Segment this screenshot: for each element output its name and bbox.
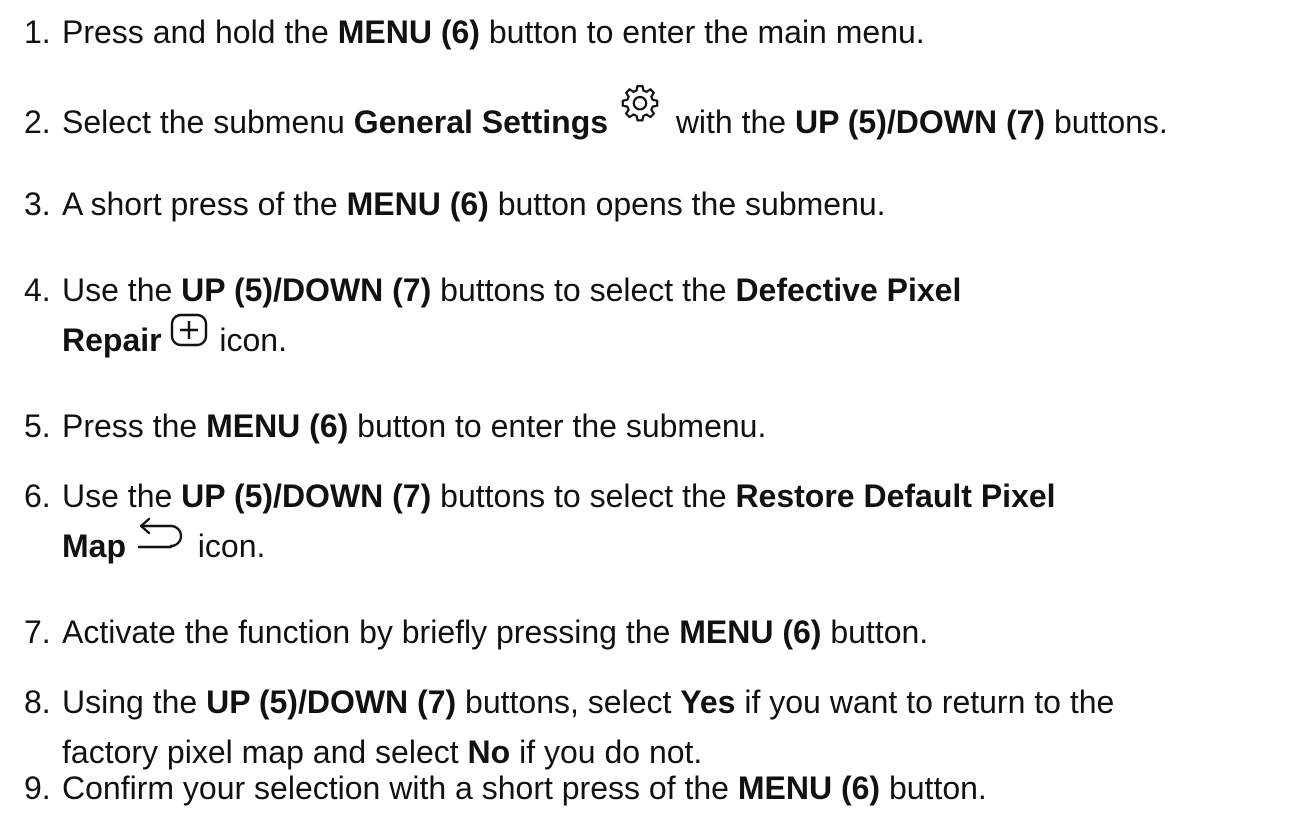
step-text: buttons to select the [431, 272, 736, 308]
step-1: 1. Press and hold the MENU (6) button to … [24, 7, 925, 57]
step-text: Press the [62, 408, 207, 444]
step-9: 9. Confirm your selection with a short pr… [24, 763, 987, 813]
button-reference: UP (5)/DOWN (7) [206, 684, 457, 720]
step-text: Use the [62, 478, 182, 514]
button-reference: UP (5)/DOWN (7) [181, 478, 432, 514]
step-text: Press and hold the [62, 14, 338, 50]
button-reference: UP (5)/DOWN (7) [181, 272, 432, 308]
button-reference: MENU (6) [337, 14, 480, 50]
button-reference: MENU (6) [206, 408, 349, 444]
step-number: 9. [24, 770, 51, 806]
step-number: 6. [24, 478, 51, 514]
step-text: with the [666, 104, 795, 140]
menu-item-name: Defective Pixel [735, 272, 962, 308]
button-reference: MENU (6) [737, 770, 881, 806]
return-arrow-icon [135, 515, 187, 551]
step-number: 7. [24, 614, 51, 650]
step-5: 5. Press the MENU (6) button to enter the… [24, 401, 766, 451]
step-text: Activate the function by briefly pressin… [62, 614, 680, 650]
plus-box-icon [170, 313, 208, 347]
step-number: 1. [24, 14, 51, 50]
menu-item-name: Restore Default Pixel [735, 478, 1056, 514]
step-7: 7. Activate the function by briefly press… [24, 607, 928, 657]
submenu-name: General Settings [353, 104, 609, 140]
step-number: 2. [24, 104, 51, 140]
step-4: 4. Use the UP (5)/DOWN (7) buttons to sel… [24, 265, 961, 365]
menu-item-name: Map [62, 528, 126, 564]
step-text: Using the [62, 684, 207, 720]
option-yes: Yes [680, 684, 736, 720]
step-text: if you want to return to the [735, 684, 1115, 720]
step-text: buttons to select the [431, 478, 736, 514]
step-text: icon. [210, 322, 287, 358]
step-3: 3. A short press of the MENU (6) button o… [24, 179, 886, 229]
step-number: 8. [24, 684, 51, 720]
step-text: icon. [188, 528, 266, 564]
step-text: button opens the submenu. [488, 186, 886, 222]
step-text: button to enter the main menu. [479, 14, 925, 50]
step-text: A short press of the [62, 186, 347, 222]
button-reference: MENU (6) [346, 186, 489, 222]
step-number: 5. [24, 408, 51, 444]
menu-item-name: Repair [62, 322, 162, 358]
step-8: 8. Using the UP (5)/DOWN (7) buttons, sel… [24, 677, 1114, 777]
step-text: Select the submenu [62, 104, 354, 140]
step-text: buttons, select [456, 684, 681, 720]
step-number: 3. [24, 186, 51, 222]
step-number: 4. [24, 272, 51, 308]
button-reference: UP (5)/DOWN (7) [794, 104, 1046, 140]
button-reference: MENU (6) [679, 614, 822, 650]
step-6: 6. Use the UP (5)/DOWN (7) buttons to sel… [24, 471, 1056, 571]
step-text: buttons. [1045, 104, 1168, 140]
gear-icon [619, 83, 661, 123]
step-text: button. [880, 770, 987, 806]
step-2: 2. Select the submenu General Settings wi… [24, 84, 1168, 147]
step-text: button to enter the submenu. [348, 408, 767, 444]
step-text: button. [821, 614, 929, 650]
step-text: Confirm your selection with a short pres… [62, 770, 738, 806]
step-text: Use the [62, 272, 182, 308]
